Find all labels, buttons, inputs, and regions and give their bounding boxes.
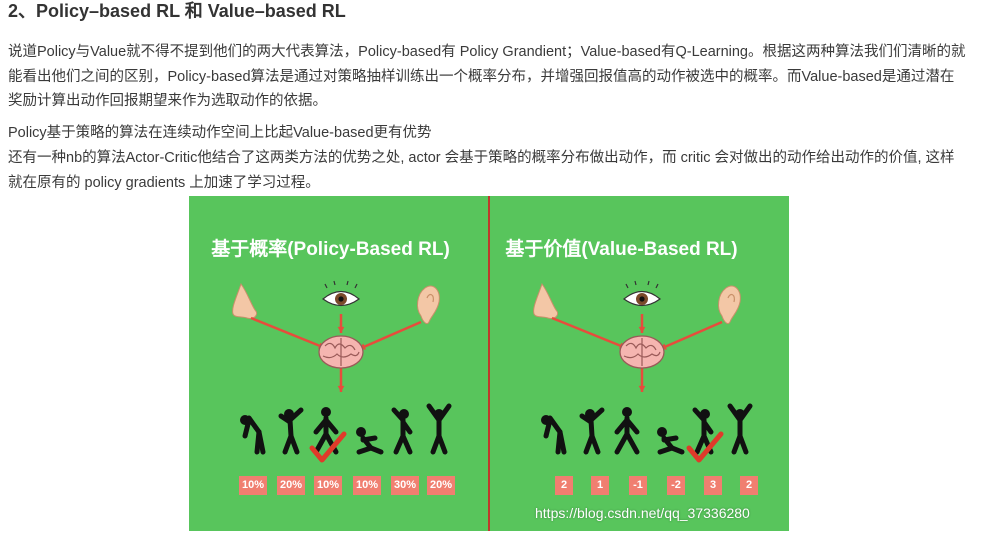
policy-probability-badge: 30% (391, 476, 419, 495)
arrow-4 (638, 368, 646, 392)
value-score-badge: -2 (667, 476, 685, 495)
ear-icon (718, 285, 741, 325)
arrow-3 (659, 320, 723, 351)
person-pose-icon-6 (727, 403, 753, 455)
policy-probability-badge: 10% (314, 476, 342, 495)
arrow-1 (551, 316, 627, 350)
nose-icon (232, 282, 258, 319)
value-score-badge: 3 (704, 476, 722, 495)
person-pose-icon-4 (356, 427, 384, 455)
rl-comparison-figure: 基于概率(Policy-Based RL) 基于价值(Value-Based R… (189, 196, 789, 531)
eye-icon (623, 280, 661, 307)
policy-probability-badge: 20% (277, 476, 305, 495)
paragraph-comparison: 说道Policy与Value就不得不提到他们的两大代表算法，Policy-bas… (8, 44, 966, 109)
policy-probability-badge: 10% (239, 476, 267, 495)
arrow-3 (358, 320, 422, 351)
value-score-badge: -1 (629, 476, 647, 495)
arrow-2 (337, 314, 345, 333)
ear-icon (417, 285, 440, 325)
person-pose-icon-4 (657, 427, 685, 455)
arrow-2 (638, 314, 646, 333)
brain-icon (619, 335, 665, 369)
person-pose-icon-1 (541, 415, 567, 455)
person-pose-icon-2 (579, 407, 605, 455)
value-score-badge: 2 (740, 476, 758, 495)
person-pose-icon-6 (426, 403, 452, 455)
person-pose-icon-2 (278, 407, 304, 455)
arrow-4 (337, 368, 345, 392)
section-heading: 2、Policy–based RL 和 Value–based RL (8, 1, 346, 21)
eye-icon (322, 280, 360, 307)
paragraph-actor-critic: 还有一种nb的算法Actor-Critic他结合了这两类方法的优势之处, act… (8, 150, 955, 191)
arrow-1 (250, 316, 326, 350)
value-score-badge: 1 (591, 476, 609, 495)
policy-probability-badge: 10% (353, 476, 381, 495)
paragraph-policy-advantage: Policy基于策略的算法在连续动作空间上比起Value-based更有优势 (8, 125, 432, 141)
watermark: https://blog.csdn.net/qq_37336280 (535, 505, 750, 521)
person-pose-icon-5 (391, 407, 413, 455)
person-pose-icon-1 (240, 415, 266, 455)
brain-icon (318, 335, 364, 369)
person-pose-icon-3 (614, 407, 640, 455)
policy-probability-badge: 20% (427, 476, 455, 495)
nose-icon (533, 282, 559, 319)
value-score-badge: 2 (555, 476, 573, 495)
